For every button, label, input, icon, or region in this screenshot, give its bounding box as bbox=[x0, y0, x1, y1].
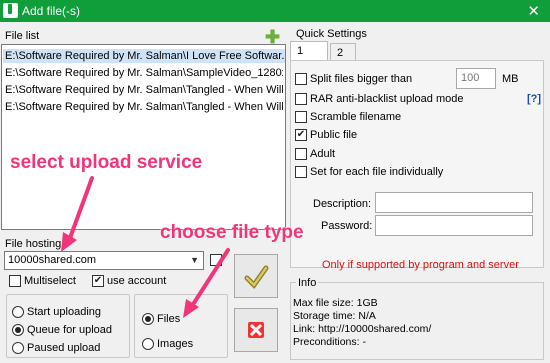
check-icon bbox=[244, 265, 269, 289]
multiselect-label: Multiselect bbox=[24, 275, 76, 287]
paused-upload-label: Paused upload bbox=[27, 342, 101, 354]
split-size-input[interactable]: 100 bbox=[456, 68, 496, 89]
split-files-checkbox[interactable] bbox=[295, 73, 307, 85]
tab-1[interactable]: 1 bbox=[290, 41, 328, 61]
list-item[interactable]: E:\Software Required by Mr. Salman\I Lov… bbox=[3, 49, 285, 63]
adult-label: Adult bbox=[310, 148, 336, 160]
quick-settings-panel bbox=[290, 60, 544, 268]
info-label: Info bbox=[296, 277, 319, 289]
annotation-choose-file-type: choose file type bbox=[160, 222, 304, 243]
file-hosting-select[interactable]: 10000shared.com ▼ bbox=[4, 251, 204, 270]
close-icon[interactable]: ✕ bbox=[527, 2, 540, 20]
annotation-select-upload-service: select upload service bbox=[10, 152, 203, 173]
file-list-label: File list bbox=[5, 30, 40, 42]
rar-anti-blacklist-label: RAR anti-blacklist upload mode bbox=[310, 93, 464, 105]
scramble-filename-label: Scramble filename bbox=[310, 111, 402, 123]
use-account-label: use account bbox=[107, 275, 167, 287]
password-input[interactable] bbox=[375, 215, 533, 236]
file-hosting-label: File hosting bbox=[5, 238, 62, 250]
queue-for-upload-label: Queue for upload bbox=[27, 324, 113, 336]
info-panel: Max file size: 1GB Storage time: N/A Lin… bbox=[290, 282, 544, 360]
file-list[interactable]: E:\Software Required by Mr. Salman\I Lov… bbox=[1, 44, 286, 230]
split-unit-label: MB bbox=[502, 73, 519, 85]
support-note: Only if supported by program and server bbox=[322, 259, 519, 271]
storage-time: Storage time: N/A bbox=[293, 310, 376, 322]
use-account-checkbox[interactable] bbox=[92, 275, 104, 287]
add-file-icon[interactable]: ✚ bbox=[265, 28, 280, 46]
public-file-label: Public file bbox=[310, 129, 358, 141]
help-link[interactable]: [?] bbox=[527, 93, 541, 105]
password-label: Password: bbox=[321, 220, 373, 232]
cancel-x-icon bbox=[248, 322, 264, 338]
set-individually-checkbox[interactable] bbox=[295, 166, 307, 178]
window-title: Add file(-s) bbox=[22, 4, 81, 18]
files-label: Files bbox=[157, 313, 181, 325]
start-uploading-label: Start uploading bbox=[27, 306, 101, 318]
multiselect-checkbox[interactable] bbox=[9, 275, 21, 287]
rar-anti-blacklist-checkbox[interactable] bbox=[295, 93, 307, 105]
max-file-size: Max file size: 1GB bbox=[293, 297, 378, 309]
scramble-filename-checkbox[interactable] bbox=[295, 111, 307, 123]
list-item[interactable]: E:\Software Required by Mr. Salman\Sampl… bbox=[5, 66, 283, 80]
file-hosting-value: 10000shared.com bbox=[8, 254, 97, 266]
start-uploading-radio[interactable] bbox=[12, 306, 24, 318]
description-label: Description: bbox=[313, 198, 372, 210]
set-individually-label: Set for each file individually bbox=[310, 166, 444, 178]
title-bar: Add file(-s) ✕ bbox=[0, 0, 550, 22]
quick-settings-label: Quick Settings bbox=[296, 28, 367, 40]
paused-upload-radio[interactable] bbox=[12, 342, 24, 354]
description-input[interactable] bbox=[375, 192, 533, 213]
chevron-down-icon[interactable]: ▼ bbox=[190, 252, 199, 269]
ok-button[interactable] bbox=[234, 254, 278, 298]
link-text: Link: http://10000shared.com/ bbox=[293, 323, 432, 335]
queue-for-upload-radio[interactable] bbox=[12, 324, 24, 336]
files-radio[interactable] bbox=[142, 313, 154, 325]
hosting-extra-checkbox[interactable] bbox=[210, 254, 222, 266]
app-icon bbox=[3, 3, 18, 18]
list-item[interactable]: E:\Software Required by Mr. Salman\Tangl… bbox=[5, 100, 283, 114]
cancel-button[interactable] bbox=[234, 308, 278, 352]
adult-checkbox[interactable] bbox=[295, 148, 307, 160]
list-item[interactable]: E:\Software Required by Mr. Salman\Tangl… bbox=[5, 83, 283, 97]
split-files-label: Split files bigger than bbox=[310, 73, 413, 85]
images-radio[interactable] bbox=[142, 338, 154, 350]
public-file-checkbox[interactable] bbox=[295, 129, 307, 141]
images-label: Images bbox=[157, 338, 194, 350]
preconditions: Preconditions: - bbox=[293, 336, 366, 348]
